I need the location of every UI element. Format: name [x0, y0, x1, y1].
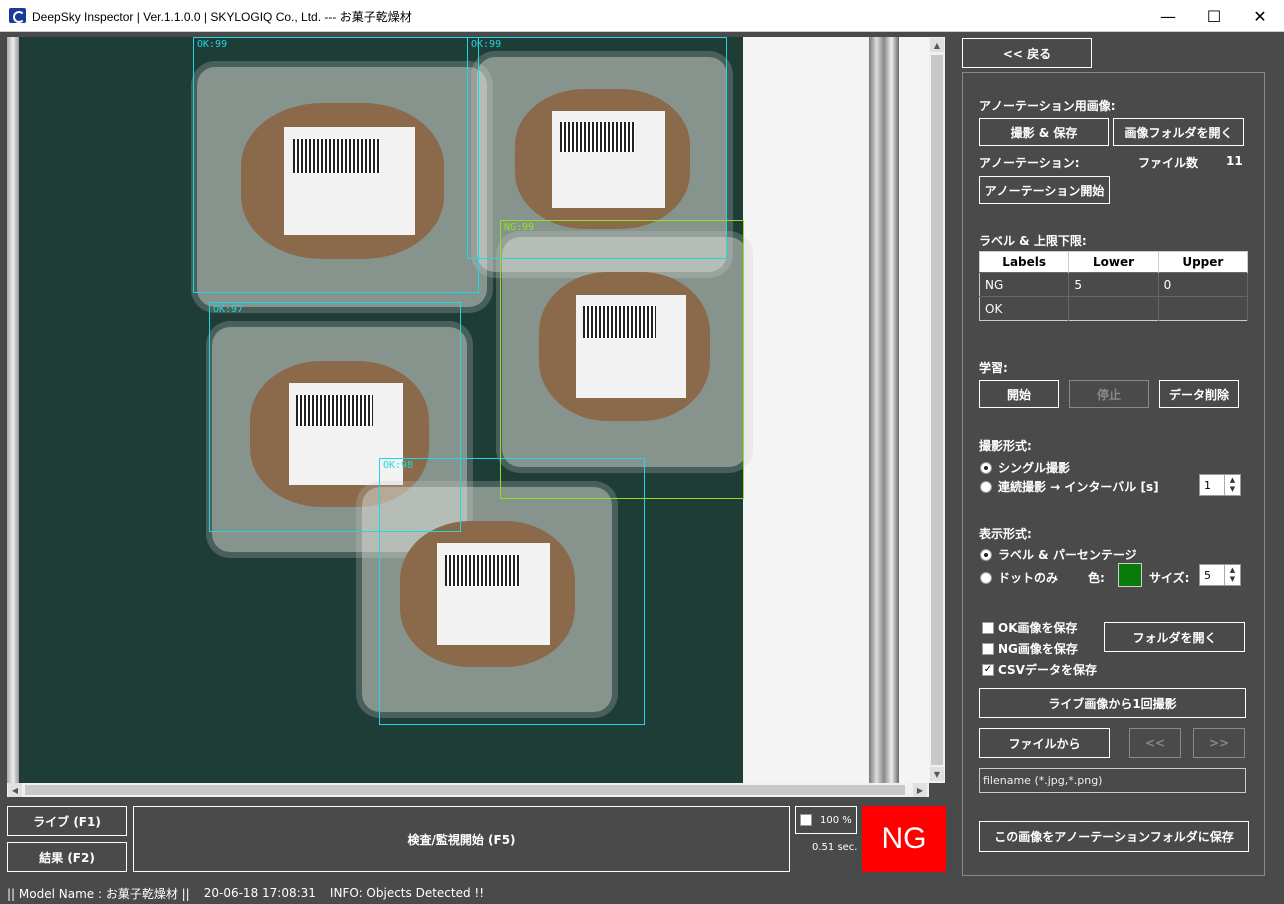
detection-label: OK:99 — [471, 39, 502, 50]
scroll-down-icon[interactable]: ▼ — [930, 767, 944, 781]
next-image-button[interactable]: >> — [1193, 728, 1245, 758]
window-title: DeepSky Inspector | Ver.1.1.0.0 | SKYLOG… — [32, 10, 412, 24]
zoom-checkbox[interactable] — [800, 814, 812, 826]
file-count: 11 — [1226, 154, 1243, 168]
save-ok-images-checkbox[interactable]: OK画像を保存 — [982, 619, 1078, 636]
zoom-level: 100 % — [820, 814, 852, 826]
prev-image-button[interactable]: << — [1129, 728, 1181, 758]
open-image-folder-button[interactable]: 画像フォルダを開く — [1113, 118, 1244, 146]
inspection-image-viewer[interactable]: OK:99 OK:99 NG:99 OK:97 OK:98 — [7, 37, 929, 783]
lower-cell[interactable] — [1068, 296, 1159, 321]
detection-label: NG:99 — [504, 222, 535, 233]
column-header-upper[interactable]: Upper — [1158, 251, 1249, 273]
training-heading: 学習: — [979, 361, 1008, 375]
stepper-arrows-icon[interactable]: ▲ ▼ — [1224, 565, 1240, 585]
checkbox-unchecked-icon — [982, 621, 994, 634]
background-wall — [743, 37, 929, 783]
scroll-up-icon[interactable]: ▲ — [930, 38, 944, 52]
train-start-button[interactable]: 開始 — [979, 380, 1059, 408]
radio-unselected-icon — [980, 571, 992, 584]
size-label: サイズ: — [1149, 571, 1190, 585]
table-row[interactable]: OK — [979, 296, 1249, 321]
title-bar: DeepSky Inspector | Ver.1.1.0.0 | SKYLOG… — [0, 0, 1284, 32]
labels-heading: ラベル & 上限下限: — [979, 234, 1087, 248]
dot-color-swatch[interactable] — [1118, 563, 1142, 587]
annotation-heading: アノーテーション: — [979, 156, 1080, 170]
interval-stepper[interactable]: 1 ▲ ▼ — [1199, 474, 1241, 496]
status-datetime: 20-06-18 17:08:31 — [203, 886, 316, 900]
continuous-capture-radio[interactable]: 連続撮影 → インターバル [s] — [980, 478, 1159, 495]
label-cell: NG — [979, 272, 1070, 297]
upper-cell[interactable]: 0 — [1158, 272, 1249, 297]
save-csv-checkbox[interactable]: ✓ CSVデータを保存 — [982, 661, 1097, 678]
size-stepper[interactable]: 5 ▲ ▼ — [1199, 564, 1241, 586]
checkbox-checked-icon: ✓ — [982, 663, 994, 676]
status-bar: || Model Name : お菓子乾燥材 || 20-06-18 17:08… — [0, 882, 1284, 904]
radio-unselected-icon — [980, 480, 992, 493]
back-button[interactable]: << 戻る — [962, 38, 1092, 68]
column-header-lower[interactable]: Lower — [1068, 251, 1159, 273]
elapsed-time: 0.51 sec. — [812, 842, 858, 853]
minimize-button[interactable]: — — [1145, 0, 1191, 32]
single-capture-radio[interactable]: シングル撮影 — [980, 459, 1070, 476]
dot-only-radio[interactable]: ドットのみ — [980, 569, 1058, 586]
lower-cell[interactable]: 5 — [1068, 272, 1159, 297]
horizontal-scrollbar[interactable]: ◀ ▶ — [7, 783, 929, 797]
inspect-start-button[interactable]: 検査/監視開始 (F5) — [133, 806, 790, 872]
vertical-scrollbar[interactable]: ▲ ▼ — [929, 37, 945, 783]
train-stop-button[interactable]: 停止 — [1069, 380, 1149, 408]
capture-from-live-button[interactable]: ライブ画像から1回撮影 — [979, 688, 1246, 718]
display-mode-heading: 表示形式: — [979, 527, 1032, 541]
conveyor-rail-right — [869, 37, 899, 783]
zoom-toggle[interactable]: 100 % — [795, 806, 857, 834]
checkbox-unchecked-icon — [982, 642, 994, 655]
from-file-button[interactable]: ファイルから — [979, 728, 1110, 758]
stepper-arrows-icon[interactable]: ▲ ▼ — [1224, 475, 1240, 495]
color-label: 色: — [1088, 571, 1105, 585]
detection-label: OK:99 — [197, 39, 228, 50]
save-to-annotation-folder-button[interactable]: この画像をアノーテーションフォルダに保存 — [979, 821, 1249, 852]
filename-field[interactable]: filename (*.jpg,*.png) — [979, 768, 1246, 793]
detection-label: OK:98 — [383, 460, 414, 471]
live-button[interactable]: ライブ (F1) — [7, 806, 127, 836]
annotation-image-heading: アノーテーション用画像: — [979, 99, 1116, 113]
label-percentage-radio[interactable]: ラベル & パーセンテージ — [980, 546, 1137, 563]
model-name: || Model Name : お菓子乾燥材 || — [7, 886, 190, 901]
capture-mode-heading: 撮影形式: — [979, 439, 1032, 453]
capture-save-button[interactable]: 撮影 & 保存 — [979, 118, 1109, 146]
delete-data-button[interactable]: データ削除 — [1159, 380, 1239, 408]
close-button[interactable]: ✕ — [1237, 0, 1283, 32]
result-button[interactable]: 結果 (F2) — [7, 842, 127, 872]
file-count-label: ファイル数 — [1138, 156, 1199, 170]
scroll-left-icon[interactable]: ◀ — [8, 783, 22, 797]
horizontal-scroll-thumb[interactable] — [25, 785, 905, 795]
maximize-button[interactable]: ☐ — [1191, 0, 1237, 32]
save-ng-images-checkbox[interactable]: NG画像を保存 — [982, 640, 1078, 657]
upper-cell[interactable] — [1158, 296, 1249, 321]
app-logo-icon — [9, 8, 26, 23]
conveyor-rail-left — [7, 37, 19, 783]
vertical-scroll-thumb[interactable] — [931, 55, 943, 765]
scroll-right-icon[interactable]: ▶ — [913, 783, 927, 797]
table-row[interactable]: NG 5 0 — [979, 272, 1249, 297]
detection-box: OK:98 — [379, 458, 645, 725]
judgement-result: NG — [862, 806, 946, 872]
detection-label: OK:97 — [213, 304, 244, 315]
column-header-labels[interactable]: Labels — [979, 251, 1070, 273]
radio-selected-icon — [980, 548, 992, 561]
label-cell: OK — [979, 296, 1070, 321]
open-folder-button[interactable]: フォルダを開く — [1104, 622, 1245, 652]
detection-box: OK:99 — [193, 37, 479, 293]
status-info: INFO: Objects Detected !! — [329, 886, 485, 900]
labels-table[interactable]: Labels Lower Upper NG 5 0 OK — [979, 251, 1249, 321]
radio-selected-icon — [980, 461, 992, 474]
start-annotation-button[interactable]: アノーテーション開始 — [979, 176, 1110, 204]
